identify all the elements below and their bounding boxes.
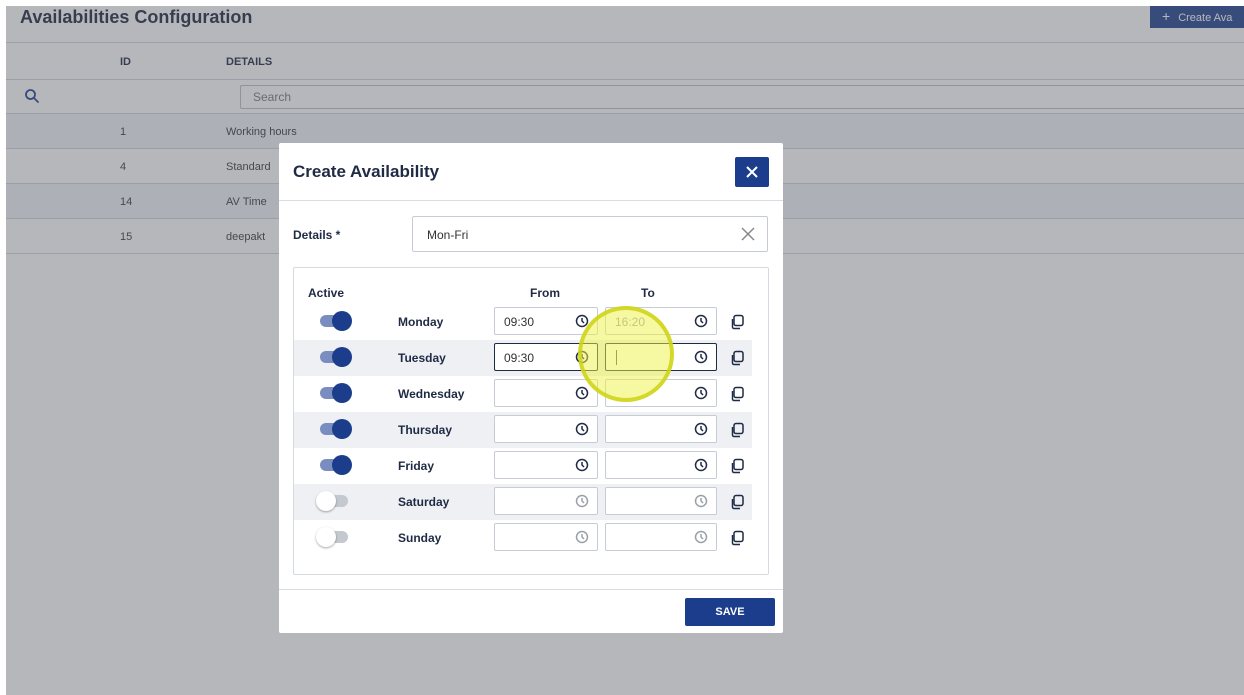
active-toggle[interactable]	[316, 527, 348, 547]
day-row-friday: Friday	[294, 448, 752, 484]
clock-icon[interactable]	[575, 386, 589, 400]
day-row-sunday: Sunday	[294, 520, 752, 556]
active-toggle[interactable]	[316, 491, 348, 511]
active-toggle[interactable]	[320, 311, 352, 331]
from-time-value: 09:30	[504, 351, 535, 365]
day-name: Sunday	[398, 531, 442, 545]
copy-icon[interactable]	[729, 458, 745, 474]
active-toggle[interactable]	[320, 383, 352, 403]
to-time-input[interactable]	[605, 415, 717, 443]
from-time-input[interactable]	[494, 415, 598, 443]
to-header: To	[641, 286, 655, 300]
day-name: Thursday	[398, 423, 453, 437]
clear-icon[interactable]	[741, 227, 755, 241]
clock-icon[interactable]	[694, 386, 708, 400]
details-field[interactable]: Mon-Fri	[412, 216, 768, 252]
clock-icon[interactable]	[694, 458, 708, 472]
clock-icon[interactable]	[575, 458, 589, 472]
save-button[interactable]: SAVE	[685, 598, 775, 626]
copy-icon[interactable]	[729, 530, 745, 546]
toggle-knob	[316, 527, 336, 547]
copy-icon[interactable]	[729, 422, 745, 438]
close-icon	[746, 166, 758, 178]
active-toggle[interactable]	[320, 419, 352, 439]
day-row-saturday: Saturday	[294, 484, 752, 520]
copy-icon[interactable]	[729, 386, 745, 402]
day-name: Friday	[398, 459, 435, 473]
to-time-input[interactable]	[605, 523, 717, 551]
details-label: Details *	[293, 228, 341, 242]
dialog-title: Create Availability	[293, 162, 440, 181]
day-name: Monday	[398, 315, 444, 329]
from-time-input[interactable]	[494, 523, 598, 551]
to-time-input[interactable]	[605, 451, 717, 479]
clock-icon[interactable]	[575, 422, 589, 436]
active-toggle[interactable]	[320, 347, 352, 367]
day-row-wednesday: Wednesday	[294, 376, 752, 412]
day-row-tuesday: Tuesday 09:30	[294, 340, 752, 376]
day-name: Wednesday	[398, 387, 465, 401]
copy-icon[interactable]	[729, 494, 745, 510]
from-time-input[interactable]	[494, 451, 598, 479]
close-button[interactable]	[735, 157, 769, 187]
toggle-knob	[332, 383, 352, 403]
copy-icon[interactable]	[729, 314, 745, 330]
details-value: Mon-Fri	[427, 228, 469, 242]
clock-icon[interactable]	[694, 314, 708, 328]
toggle-knob	[332, 311, 352, 331]
click-highlight	[578, 306, 674, 402]
clock-icon[interactable]	[694, 422, 708, 436]
clock-icon[interactable]	[575, 530, 589, 544]
from-time-input[interactable]: 09:30	[494, 307, 598, 335]
clock-icon[interactable]	[694, 530, 708, 544]
from-header: From	[530, 286, 560, 300]
toggle-knob	[332, 419, 352, 439]
from-time-input[interactable]	[494, 487, 598, 515]
create-availability-dialog: Create Availability Details * Mon-Fri Ac…	[279, 143, 783, 633]
schedule-panel: Active From To Monday09:3016:20Tuesday09…	[293, 267, 769, 575]
availabilities-page: Availabilities Configuration + Create Ava…	[6, 6, 1244, 695]
toggle-knob	[316, 491, 336, 511]
day-name: Tuesday	[398, 351, 446, 365]
to-time-input[interactable]	[605, 487, 717, 515]
dialog-header: Create Availability	[279, 143, 783, 201]
copy-icon[interactable]	[729, 350, 745, 366]
toggle-knob	[332, 455, 352, 475]
day-name: Saturday	[398, 495, 450, 509]
from-time-input[interactable]	[494, 379, 598, 407]
clock-icon[interactable]	[575, 494, 589, 508]
dialog-footer: SAVE	[279, 589, 783, 633]
clock-icon[interactable]	[694, 494, 708, 508]
clock-icon[interactable]	[694, 350, 708, 364]
day-row-monday: Monday09:3016:20	[294, 304, 752, 340]
active-toggle[interactable]	[320, 455, 352, 475]
from-time-value: 09:30	[504, 315, 535, 329]
active-header: Active	[308, 286, 345, 300]
day-row-thursday: Thursday	[294, 412, 752, 448]
toggle-knob	[332, 347, 352, 367]
